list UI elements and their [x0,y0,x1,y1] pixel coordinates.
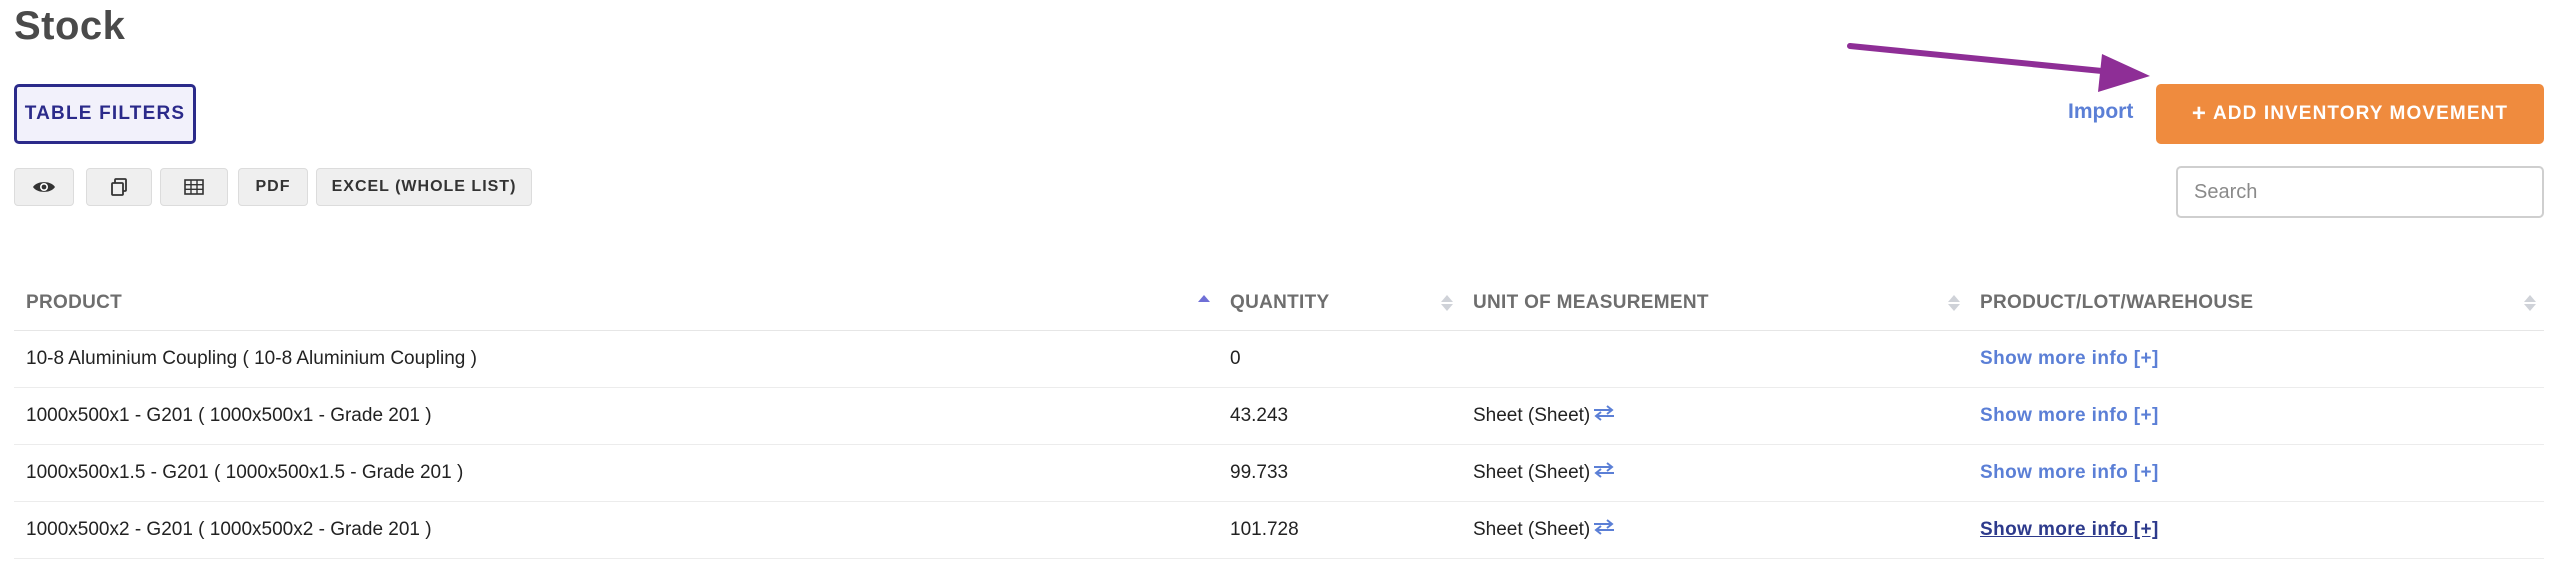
show-more-info-link[interactable]: Show more info [+] [1980,519,2159,540]
table-filters-button[interactable]: TABLE FILTERS [14,84,196,144]
product-cell: 1000x500x1.5 - G201 ( 1000x500x1.5 - Gra… [14,444,1218,502]
more-info-cell: Show more info [+] [1968,387,2544,445]
sort-icon [2524,295,2536,311]
more-info-cell: Show more info [+] [1968,501,2544,559]
product-cell: 1000x500x1 - G201 ( 1000x500x1 - Grade 2… [14,387,1218,445]
quantity-cell: 0 [1218,330,1461,388]
sort-asc-icon [1198,295,1210,311]
copy-icon [109,177,129,197]
copy-button[interactable] [86,168,152,206]
product-cell: 1000x500x2 - G201 ( 1000x500x2 - Grade 2… [14,501,1218,559]
table-row: 1000x500x1 - G201 ( 1000x500x1 - Grade 2… [14,387,2544,445]
show-more-info-link[interactable]: Show more info [+] [1980,348,2159,369]
show-more-info-link[interactable]: Show more info [+] [1980,462,2159,483]
more-info-cell: Show more info [+] [1968,444,2544,502]
unit-cell: Sheet (Sheet) [1461,387,1968,445]
page-title: Stock [14,4,126,48]
add-inventory-movement-label: ADD INVENTORY MOVEMENT [2212,103,2509,124]
swap-arrows-icon[interactable] [1592,519,1616,541]
annotation-arrow-icon [1847,43,2150,92]
sort-icon [1441,295,1453,311]
more-info-cell: Show more info [+] [1968,330,2544,388]
quantity-cell: 99.733 [1218,444,1461,502]
swap-arrows-icon[interactable] [1592,405,1616,427]
plus-icon: + [2191,100,2207,127]
show-more-info-link[interactable]: Show more info [+] [1980,405,2159,426]
add-inventory-movement-button[interactable]: + ADD INVENTORY MOVEMENT [2156,84,2544,144]
column-header-product-lot-warehouse[interactable]: PRODUCT/LOT/WAREHOUSE [1968,276,2544,331]
table-row: 10-8 Aluminium Coupling ( 10-8 Aluminium… [14,330,2544,388]
unit-cell: Sheet (Sheet) [1461,444,1968,502]
column-header-quantity[interactable]: QUANTITY [1218,276,1461,331]
sort-icon [1948,295,1960,311]
quantity-cell: 101.728 [1218,501,1461,559]
table-header-row: PRODUCT QUANTITY UNIT OF MEASUREMENT PRO… [14,276,2544,331]
eye-icon [32,179,56,195]
column-header-product[interactable]: PRODUCT [14,276,1218,331]
columns-button[interactable] [160,168,228,206]
unit-cell [1461,330,1968,388]
stock-table: PRODUCT QUANTITY UNIT OF MEASUREMENT PRO… [14,276,2544,559]
quantity-cell: 43.243 [1218,387,1461,445]
table-row: 1000x500x2 - G201 ( 1000x500x2 - Grade 2… [14,501,2544,559]
product-cell: 10-8 Aluminium Coupling ( 10-8 Aluminium… [14,330,1218,388]
swap-arrows-icon[interactable] [1592,462,1616,484]
unit-cell: Sheet (Sheet) [1461,501,1968,559]
import-link[interactable]: Import [2068,100,2133,124]
table-grid-icon [184,179,204,195]
table-row: 1000x500x1.5 - G201 ( 1000x500x1.5 - Gra… [14,444,2544,502]
column-header-unit-of-measurement[interactable]: UNIT OF MEASUREMENT [1461,276,1968,331]
excel-export-button[interactable]: EXCEL (WHOLE LIST) [316,168,532,206]
pdf-export-button[interactable]: PDF [238,168,308,206]
view-toggle-button[interactable] [14,168,74,206]
search-input[interactable] [2176,166,2544,218]
